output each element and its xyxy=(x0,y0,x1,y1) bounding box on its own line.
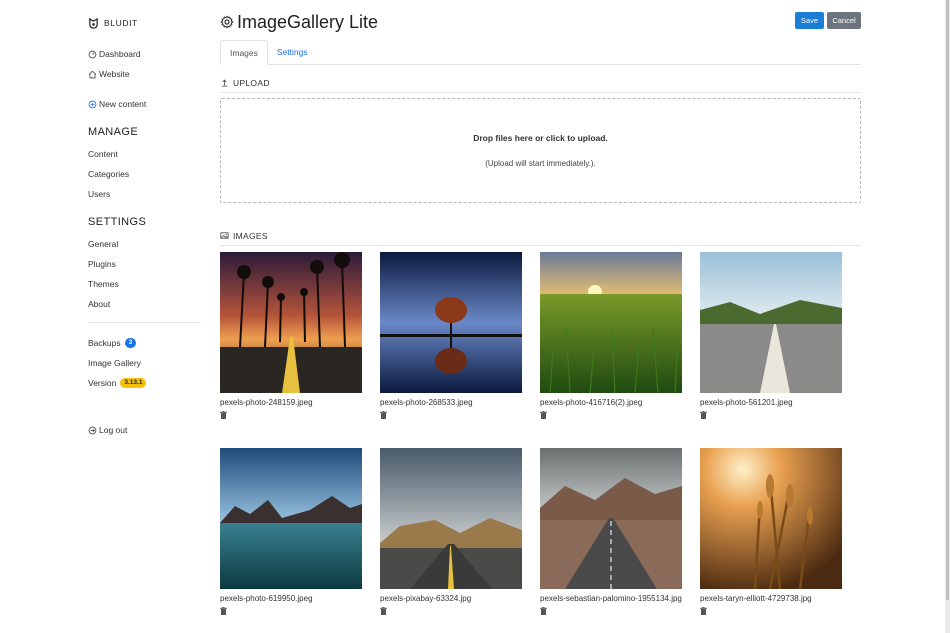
image-card: pexels-taryn-elliott-4729738.jpg xyxy=(700,448,842,615)
bludit-logo-icon xyxy=(89,17,98,29)
image-thumbnail[interactable] xyxy=(220,448,362,589)
sidebar-item-label: Categories xyxy=(88,169,130,179)
main-content: ImageGallery Lite Save Cancel Images Set… xyxy=(220,10,861,615)
sidebar-item-image-gallery[interactable]: Image Gallery xyxy=(88,353,203,373)
version-badge: 3.13.1 xyxy=(120,378,147,388)
image-thumbnail[interactable] xyxy=(700,448,842,589)
brand-name: BLUDIT xyxy=(104,18,138,28)
dropzone-title: Drop files here or click to upload. xyxy=(473,133,608,143)
sidebar-item-version: Version 3.13.1 xyxy=(88,373,203,393)
trash-icon[interactable] xyxy=(540,607,547,615)
page-title: ImageGallery Lite xyxy=(220,10,861,34)
sidebar-item-label: Themes xyxy=(88,279,119,289)
vertical-scrollbar[interactable] xyxy=(945,0,950,633)
save-button[interactable]: Save xyxy=(794,12,824,29)
sidebar-item-label: Content xyxy=(88,149,118,159)
image-thumbnail[interactable] xyxy=(700,252,842,393)
image-card: pexels-photo-619950.jpeg xyxy=(220,448,362,615)
sidebar-item-label: New content xyxy=(99,99,147,109)
sidebar-item-plugins[interactable]: Plugins xyxy=(88,254,203,274)
sidebar-item-general[interactable]: General xyxy=(88,234,203,254)
section-title-settings: SETTINGS xyxy=(88,216,147,228)
sidebar-item-backups[interactable]: Backups 3 xyxy=(88,333,203,353)
sidebar-divider xyxy=(88,322,201,323)
trash-icon[interactable] xyxy=(220,607,227,615)
image-filename: pexels-photo-561201.jpeg xyxy=(700,398,793,407)
trash-icon[interactable] xyxy=(700,607,707,615)
images-heading-text: IMAGES xyxy=(233,230,268,241)
sidebar: BLUDIT Dashboard Website New content MAN xyxy=(88,14,203,440)
tab-settings[interactable]: Settings xyxy=(268,40,317,65)
image-filename: pexels-sebastian-palomino-1955134.jpg xyxy=(540,594,682,603)
brand[interactable]: BLUDIT xyxy=(88,14,203,32)
section-title-manage: MANAGE xyxy=(88,126,139,138)
image-card: pexels-photo-268533.jpeg xyxy=(380,252,522,419)
trash-icon[interactable] xyxy=(380,607,387,615)
trash-icon[interactable] xyxy=(540,411,547,419)
sidebar-item-about[interactable]: About xyxy=(88,294,203,314)
sidebar-item-logout[interactable]: Log out xyxy=(88,420,203,440)
logout-icon xyxy=(88,426,97,434)
image-thumbnail[interactable] xyxy=(540,252,682,393)
image-thumbnail[interactable] xyxy=(380,448,522,589)
sidebar-item-label: Image Gallery xyxy=(88,358,141,368)
home-icon xyxy=(88,70,97,78)
upload-icon xyxy=(221,79,228,87)
sidebar-item-themes[interactable]: Themes xyxy=(88,274,203,294)
sidebar-item-label: Version xyxy=(88,378,117,388)
image-card: pexels-photo-248159.jpeg xyxy=(220,252,362,419)
image-icon xyxy=(220,232,229,239)
image-card: pexels-photo-561201.jpeg xyxy=(700,252,842,419)
images-section-heading: IMAGES xyxy=(220,230,861,246)
sidebar-item-label: About xyxy=(88,299,111,309)
sidebar-item-users[interactable]: Users xyxy=(88,184,203,204)
image-filename: pexels-photo-268533.jpeg xyxy=(380,398,473,407)
image-card: pexels-pixabay-63324.jpg xyxy=(380,448,522,615)
dropzone-subtitle: (Upload will start immediately.). xyxy=(485,159,596,168)
sidebar-item-content[interactable]: Content xyxy=(88,144,203,164)
cancel-button[interactable]: Cancel xyxy=(827,12,861,29)
sidebar-item-label: Dashboard xyxy=(99,49,141,59)
scrollbar-thumb[interactable] xyxy=(946,0,949,600)
tab-images[interactable]: Images xyxy=(220,40,268,65)
backups-count-badge: 3 xyxy=(124,338,137,348)
sidebar-item-label: Plugins xyxy=(88,259,116,269)
dashboard-icon xyxy=(88,50,97,58)
upload-heading-text: UPLOAD xyxy=(233,77,270,88)
image-thumbnail[interactable] xyxy=(220,252,362,393)
image-card: pexels-sebastian-palomino-1955134.jpg xyxy=(540,448,682,615)
upload-dropzone[interactable]: Drop files here or click to upload. (Upl… xyxy=(220,98,861,203)
sidebar-item-label: Backups xyxy=(88,338,121,348)
image-filename: pexels-photo-248159.jpeg xyxy=(220,398,313,407)
image-filename: pexels-photo-619950.jpeg xyxy=(220,594,313,603)
image-card: pexels-photo-416716(2).jpeg xyxy=(540,252,682,419)
trash-icon[interactable] xyxy=(220,411,227,419)
gear-icon xyxy=(220,15,234,29)
page-title-text: ImageGallery Lite xyxy=(237,11,379,32)
image-filename: pexels-taryn-elliott-4729738.jpg xyxy=(700,594,812,603)
sidebar-item-label: Users xyxy=(88,189,111,199)
trash-icon[interactable] xyxy=(380,411,387,419)
sidebar-item-label: General xyxy=(88,239,119,249)
image-filename: pexels-photo-416716(2).jpeg xyxy=(540,398,643,407)
image-filename: pexels-pixabay-63324.jpg xyxy=(380,594,472,603)
image-thumbnail[interactable] xyxy=(380,252,522,393)
sidebar-item-categories[interactable]: Categories xyxy=(88,164,203,184)
plus-circle-icon xyxy=(88,100,97,108)
tab-bar: Images Settings xyxy=(220,40,861,65)
sidebar-item-new-content[interactable]: New content xyxy=(88,94,203,114)
sidebar-item-website[interactable]: Website xyxy=(88,64,203,84)
trash-icon[interactable] xyxy=(700,411,707,419)
image-thumbnail[interactable] xyxy=(540,448,682,589)
upload-section-heading: UPLOAD xyxy=(220,77,861,93)
page-header: ImageGallery Lite Save Cancel xyxy=(220,10,861,38)
page: BLUDIT Dashboard Website New content MAN xyxy=(0,0,945,633)
sidebar-item-dashboard[interactable]: Dashboard xyxy=(88,44,203,64)
sidebar-item-label: Website xyxy=(99,69,130,79)
sidebar-item-label: Log out xyxy=(99,425,128,435)
